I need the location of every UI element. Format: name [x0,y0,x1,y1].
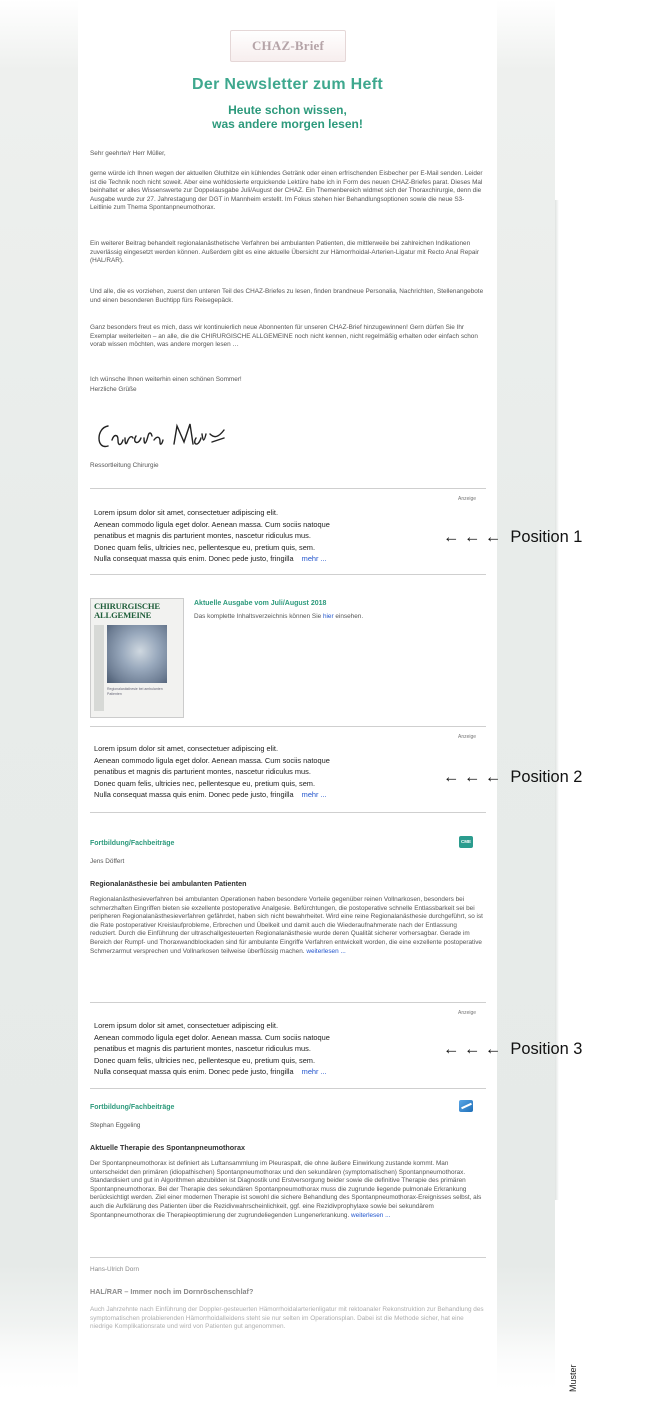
background-right [497,0,559,1405]
ad-line: Donec quam felis, ultricies nec, pellent… [94,1055,316,1065]
ad-more-link[interactable]: mehr ... [302,554,327,563]
toc-link[interactable]: hier [323,613,334,620]
article-3-title[interactable]: HAL/RAR – Immer noch im Dornröschenschla… [90,1287,485,1296]
ad-block-position-3[interactable]: Lorem ipsum dolor sit amet, consectetuer… [94,1020,434,1078]
ad-line: Nulla consequat massa quis enim. Donec p… [94,789,434,801]
cover-side-strip [94,625,104,711]
cover-title: CHIRURGISCHE ALLGEMEINE [94,602,180,620]
divider [90,488,486,489]
intro-paragraph-3: Und alle, die es vorziehen, zuerst den u… [90,288,484,304]
current-issue-text: Das komplette Inhaltsverzeichnis können … [194,613,484,622]
ad-line-text: Nulla consequat massa quis enim. Donec p… [94,790,294,800]
bottom-fade [0,1325,653,1405]
intro-paragraph-2: Ein weiterer Beitrag behandelt regionala… [90,240,479,265]
pneumothorax-badge-icon [459,1100,473,1112]
closing-line: Ich wünsche Ihnen weiterhin einen schöne… [90,376,242,383]
ad-line: Lorem ipsum dolor sit amet, consectetuer… [94,744,279,753]
divider [90,1002,486,1003]
cme-badge-icon: CME [459,836,473,848]
intro-paragraph-4: Ganz besonders freut es mich, dass wir k… [90,324,478,349]
ad-block-position-2[interactable]: Lorem ipsum dolor sit amet, consectetuer… [94,743,434,801]
closing-greeting: Herzliche Grüße [90,386,137,393]
ad-more-link[interactable]: mehr ... [302,790,327,799]
article-3-author: Hans-Ulrich Dorn [90,1266,140,1273]
signature-role: Ressortleitung Chirurgie [90,462,159,469]
current-issue-info: Aktuelle Ausgabe vom Juli/August 2018 Da… [194,600,484,622]
ad-label: Anzeige [458,734,477,740]
article-2-author: Stephan Eggeling [90,1122,141,1129]
article-1-title[interactable]: Regionalanästhesie bei ambulanten Patien… [90,879,485,888]
article-2-read-more-link[interactable]: weiterlesen ... [351,1212,390,1219]
position-2-label: Position 2 [510,768,583,786]
ad-label: Anzeige [458,496,477,502]
ad-line: penatibus et magnis dis parturient monte… [94,767,311,777]
position-3-label: Position 3 [510,1040,583,1058]
ad-line: Lorem ipsum dolor sit amet, consectetuer… [94,1021,279,1030]
chaz-brief-logo: CHAZ-Brief [230,30,346,62]
ad-more-link[interactable]: mehr ... [302,1067,327,1076]
ad-line: Nulla consequat massa quis enim. Donec p… [94,1066,434,1078]
article-1-body: Regionalanästhesieverfahren bei ambulant… [90,896,485,956]
cover-title-line-2: ALLGEMEINE [94,610,152,620]
magazine-cover[interactable]: CHIRURGISCHE ALLGEMEINE Regionalanästhes… [90,598,184,718]
article-2-text: Der Spontanpneumothorax ist definiert al… [90,1160,482,1219]
ad-line: Aenean commodo ligula eget dolor. Aenean… [94,519,330,529]
cover-photo [107,625,167,683]
arrow-left-icon: ← ← ← [443,768,502,786]
arrow-left-icon: ← ← ← [443,528,502,546]
ad-line: penatibus et magnis dis parturient monte… [94,531,311,541]
issue-text-before: Das komplette Inhaltsverzeichnis können … [194,613,323,620]
ad-line-text: Nulla consequat massa quis enim. Donec p… [94,554,294,564]
current-issue-heading: Aktuelle Ausgabe vom Juli/August 2018 [194,600,327,607]
ad-label: Anzeige [458,1010,477,1016]
greeting: Sehr geehrte/r Herr Müller, [90,150,166,157]
article-2-category: Fortbildung/Fachbeiträge [90,1104,175,1111]
article-2-body: Der Spontanpneumothorax ist definiert al… [90,1160,485,1220]
divider [90,812,486,813]
ad-block-position-1[interactable]: Lorem ipsum dolor sit amet, consectetuer… [94,507,434,565]
newsletter-title: Der Newsletter zum Heft [192,76,383,93]
signature-graphic [98,423,225,448]
article-1-text: Regionalanästhesieverfahren bei ambulant… [90,896,483,955]
divider [90,1088,486,1089]
cover-subtitle: Regionalanästhesie bei ambulanten Patien… [107,687,163,696]
ad-line: Nulla consequat massa quis enim. Donec p… [94,553,434,565]
issue-text-after: einsehen. [333,613,364,620]
position-1-label: Position 1 [510,528,583,546]
ad-line: Donec quam felis, ultricies nec, pellent… [94,778,316,788]
subtitle-line-2: was andere morgen lesen! [212,117,363,131]
article-1-category: Fortbildung/Fachbeiträge [90,840,175,847]
handwritten-signature [92,416,242,456]
article-1-read-more-link[interactable]: weiterlesen ... [306,948,345,955]
divider [90,1257,486,1258]
arrow-left-icon: ← ← ← [443,1040,502,1058]
position-3-annotation: ← ← ← Position 3 [443,1040,582,1059]
ad-line: Aenean commodo ligula eget dolor. Aenean… [94,755,330,765]
newsletter-subtitle: Heute schon wissen, was andere morgen le… [78,103,497,131]
article-2-title[interactable]: Aktuelle Therapie des Spontanpneumothora… [90,1143,485,1152]
ad-line: penatibus et magnis dis parturient monte… [94,1044,311,1054]
divider [90,574,486,575]
intro-paragraph-1: gerne würde ich Ihnen wegen der aktuelle… [90,170,483,212]
muster-watermark: Muster [568,1364,578,1392]
position-1-annotation: ← ← ← Position 1 [443,528,582,547]
divider [90,726,486,727]
ad-line-text: Nulla consequat massa quis enim. Donec p… [94,1067,294,1077]
subtitle-line-1: Heute schon wissen, [228,103,347,117]
newsletter-email: CHAZ-Brief Der Newsletter zum Heft Heute… [78,0,497,1405]
ad-line: Donec quam felis, ultricies nec, pellent… [94,542,316,552]
ad-line: Lorem ipsum dolor sit amet, consectetuer… [94,508,279,517]
article-1-author: Jens Döffert [90,858,125,865]
ad-line: Aenean commodo ligula eget dolor. Aenean… [94,1032,330,1042]
position-2-annotation: ← ← ← Position 2 [443,768,582,787]
background-left [0,0,78,1405]
